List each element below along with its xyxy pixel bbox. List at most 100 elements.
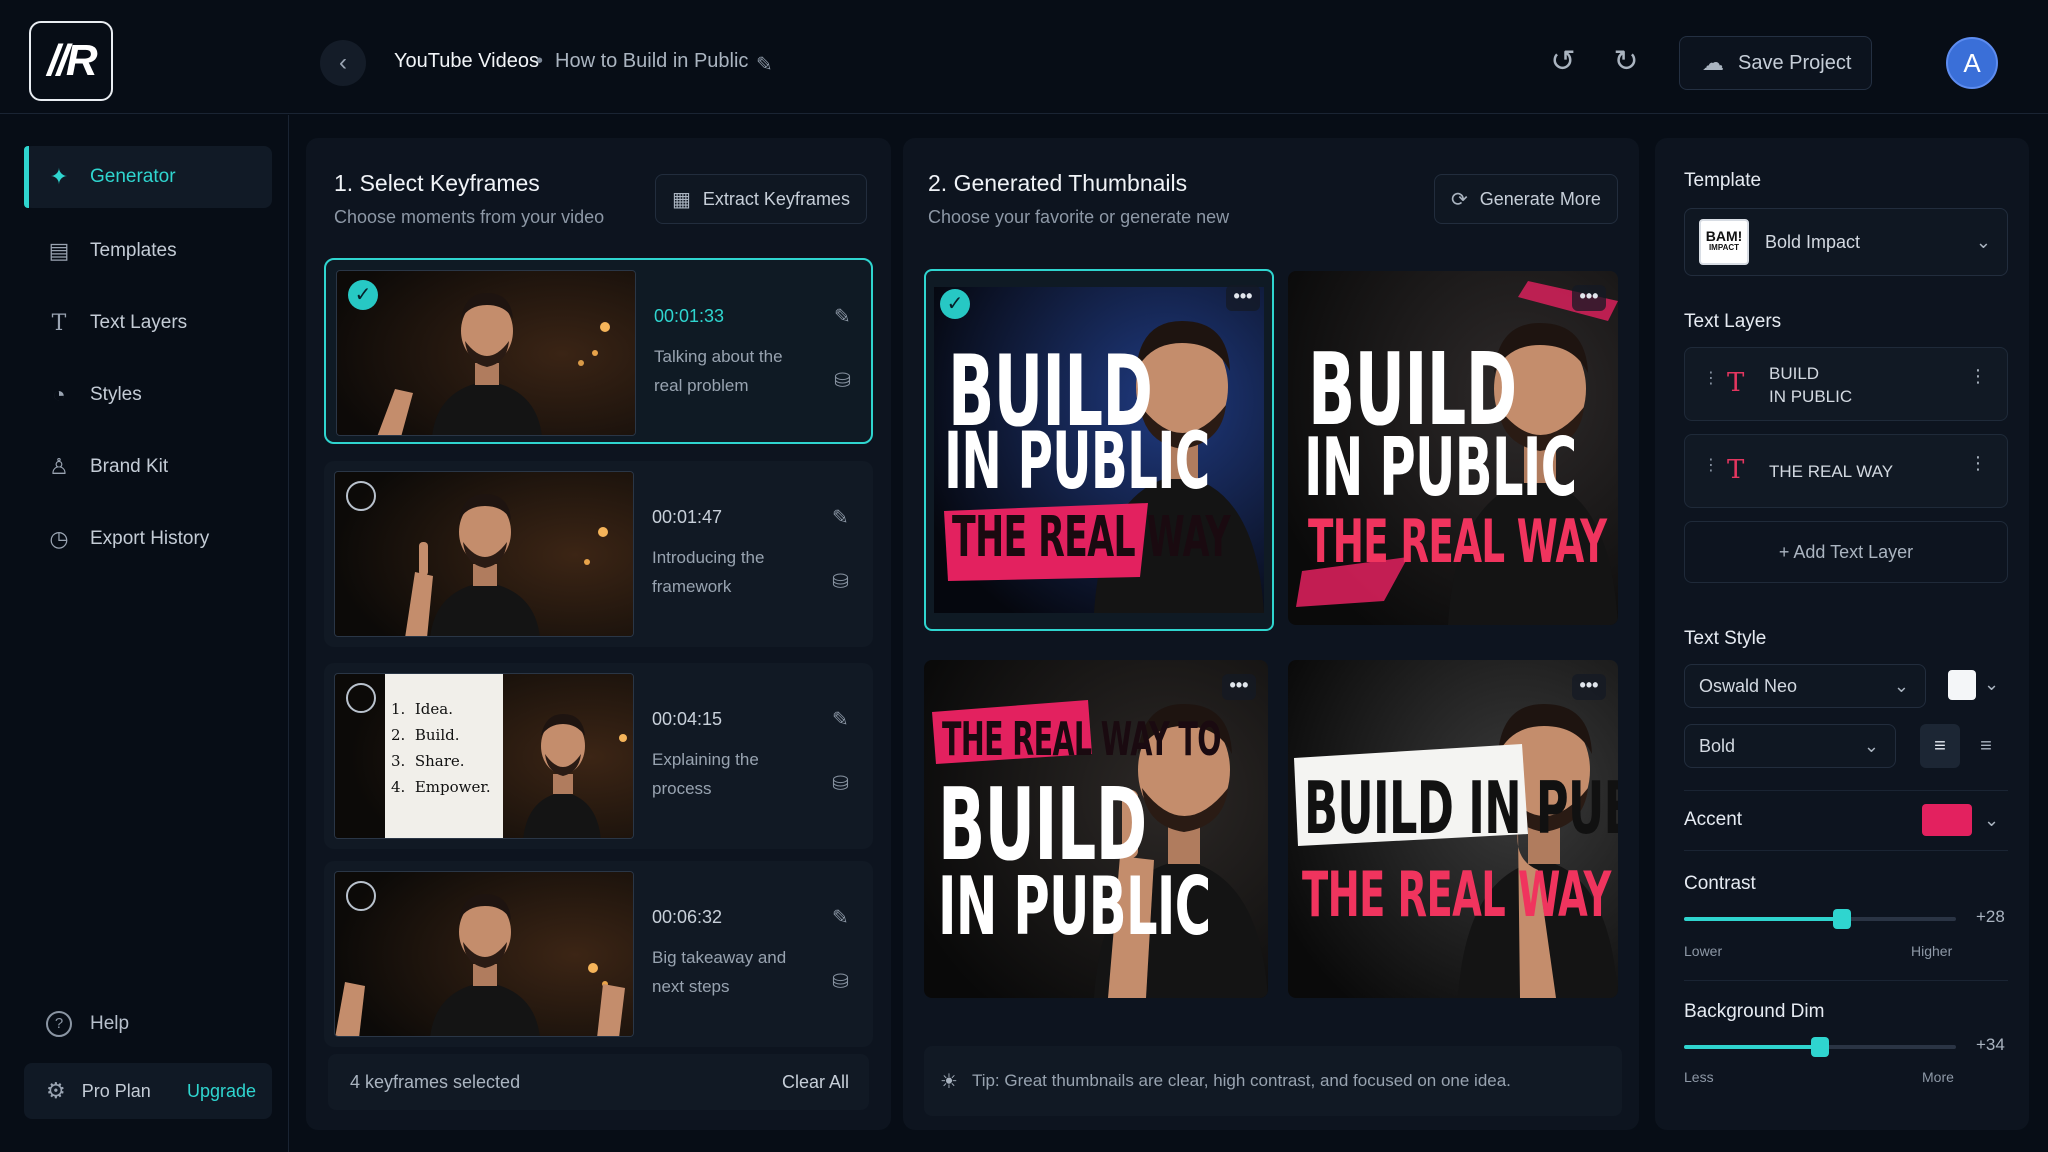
background-dim-label: Background Dim <box>1684 1001 1825 1022</box>
accent-color-swatch[interactable] <box>1922 804 1972 836</box>
chevron-down-icon[interactable]: ⌄ <box>1984 810 1999 831</box>
save-project-button[interactable]: ☁ Save Project <box>1679 36 1872 90</box>
text-color-swatch[interactable] <box>1948 670 1976 700</box>
pencil-icon[interactable]: ✎ <box>832 505 849 530</box>
align-left-icon[interactable]: ≡ <box>1920 724 1960 768</box>
more-vertical-icon[interactable]: ⋮ <box>1969 367 1987 385</box>
more-options-icon[interactable]: ••• <box>1226 285 1260 311</box>
thumbnail-card[interactable]: BUILD IN PUBLIC THE REAL WAY ••• <box>1288 660 1618 998</box>
keyframes-footer: 4 keyframes selected Clear All <box>328 1054 869 1110</box>
layer-line: THE REAL WAY <box>1769 462 1894 481</box>
extract-keyframes-button[interactable]: ▦ Extract Keyframes <box>655 174 867 224</box>
more-options-icon[interactable]: ••• <box>1222 674 1256 700</box>
upgrade-link[interactable]: Upgrade <box>187 1081 256 1102</box>
generate-more-label: Generate More <box>1479 188 1601 209</box>
background-dim-slider[interactable] <box>1684 1037 1956 1057</box>
thumbnail-headline: IN PUBLIC <box>938 860 1211 953</box>
more-options-icon[interactable]: ••• <box>1572 674 1606 700</box>
chevron-down-icon: ⌄ <box>1863 735 1879 756</box>
keyframe-note: 1. Idea. 2. Build. 3. Share. 4. Empower. <box>391 700 491 796</box>
keyframe-time: 00:04:15 <box>652 709 723 729</box>
keyframe-card[interactable]: ✓ 00:01:33 Talking about the real proble… <box>324 258 873 444</box>
add-text-layer-label: + Add Text Layer <box>1778 542 1914 562</box>
tip-text: Tip: Great thumbnails are clear, high co… <box>971 1071 1511 1090</box>
thumbnail-tagline: THE REAL WAY <box>1308 507 1607 577</box>
breadcrumb-page: How to Build in Public <box>555 50 749 72</box>
background-dim-slider-fill <box>1684 1045 1820 1049</box>
thumbnail-card[interactable]: BUILD IN PUBLIC THE REAL WAY ••• <box>1288 271 1618 625</box>
database-icon[interactable]: ⛁ <box>834 368 851 393</box>
layer-line: IN PUBLIC <box>1769 387 1853 406</box>
weight-select[interactable]: Bold ⌄ <box>1684 724 1896 768</box>
more-vertical-icon[interactable]: ⋮ <box>1969 454 1987 472</box>
drag-handle-icon[interactable]: ⋮ <box>1703 458 1719 474</box>
contrast-slider-thumb[interactable] <box>1832 909 1851 929</box>
keyframes-subtitle: Choose moments from your video <box>334 207 605 227</box>
sidebar-item-styles[interactable]: ◔ Styles <box>24 364 272 426</box>
app-logo[interactable]: //R <box>29 21 113 101</box>
pro-plan-card: ⚙ Pro Plan Upgrade <box>24 1063 272 1119</box>
database-icon[interactable]: ⛁ <box>832 569 849 594</box>
avatar[interactable]: A <box>1946 37 1998 89</box>
text-layer-row[interactable]: ⋮ T BUILD IN PUBLIC ⋮ <box>1684 347 2008 421</box>
contrast-slider-fill <box>1684 917 1842 921</box>
template-value: Bold Impact <box>1765 231 1861 252</box>
sidebar-item-export-history[interactable]: ◷ Export History <box>24 508 272 570</box>
help-link[interactable]: ? Help <box>46 1011 129 1037</box>
redo-button[interactable]: ↻ <box>1608 44 1644 80</box>
chevron-down-icon[interactable]: ⌄ <box>1984 674 1999 695</box>
radio-circle-icon[interactable] <box>346 481 376 511</box>
top-bar: //R ‹ YouTube Videos • How to Build in P… <box>0 0 2048 114</box>
sidebar-item-generator[interactable]: ✦ Generator <box>24 146 272 208</box>
thumbnail-tagline: THE REAL WAY <box>952 505 1231 570</box>
keyframe-time: 00:01:47 <box>652 507 723 527</box>
keyframe-card[interactable]: 00:06:32 Big takeaway and next steps ✎ ⛁ <box>324 861 873 1047</box>
refresh-icon: ⟳ <box>1451 188 1468 211</box>
brand-icon: ♙ <box>49 454 69 479</box>
keyframe-description: Talking about the real problem <box>654 347 783 395</box>
lightbulb-icon: ☀ <box>940 1070 958 1093</box>
add-text-layer-button[interactable]: + Add Text Layer <box>1684 521 2008 583</box>
clear-all-button[interactable]: Clear All <box>782 1072 849 1093</box>
check-icon[interactable]: ✓ <box>940 289 970 319</box>
pencil-icon[interactable]: ✎ <box>832 905 849 930</box>
radio-circle-icon[interactable] <box>346 683 376 713</box>
thumbnail-headline: BUILD IN PUBLIC <box>1304 766 1618 850</box>
sidebar-item-text-layers[interactable]: T Text Layers <box>24 292 272 354</box>
template-select[interactable]: BAM! IMPACT Bold Impact ⌄ <box>1684 208 2008 276</box>
film-icon: ▦ <box>672 188 691 211</box>
back-button[interactable]: ‹ <box>320 40 366 86</box>
text-layer-row[interactable]: ⋮ T THE REAL WAY ⋮ <box>1684 434 2008 508</box>
keyframe-card[interactable]: 1. Idea. 2. Build. 3. Share. 4. Empower.… <box>324 663 873 849</box>
sidebar-item-label: Brand Kit <box>90 456 169 477</box>
keyframe-description: Explaining the process <box>652 750 759 798</box>
font-select[interactable]: Oswald Neo ⌄ <box>1684 664 1926 708</box>
more-options-icon[interactable]: ••• <box>1572 285 1606 311</box>
template-label: Template <box>1684 170 1762 191</box>
sidebar-item-brand-kit[interactable]: ♙ Brand Kit <box>24 436 272 498</box>
drag-handle-icon[interactable]: ⋮ <box>1703 371 1719 387</box>
sidebar-item-templates[interactable]: ▤ Templates <box>24 220 272 282</box>
font-value: Oswald Neo <box>1699 675 1798 696</box>
pencil-icon[interactable]: ✎ <box>756 52 773 77</box>
generate-more-button[interactable]: ⟳ Generate More <box>1434 174 1618 224</box>
pencil-icon[interactable]: ✎ <box>832 707 849 732</box>
database-icon[interactable]: ⛁ <box>832 771 849 796</box>
chevron-down-icon: ⌄ <box>1975 231 1991 252</box>
thumbnail-card[interactable]: THE REAL WAY TO BUILD IN PUBLIC ••• <box>924 660 1268 998</box>
keyframe-card[interactable]: 00:01:47 Introducing the framework ✎ ⛁ <box>324 461 873 647</box>
check-icon[interactable]: ✓ <box>348 280 378 310</box>
thumbnails-subtitle: Choose your favorite or generate new <box>928 207 1230 227</box>
radio-circle-icon[interactable] <box>346 881 376 911</box>
align-right-icon[interactable]: ≡ <box>1966 724 2006 768</box>
keyframe-thumbnail: 1. Idea. 2. Build. 3. Share. 4. Empower. <box>334 673 634 839</box>
pencil-icon[interactable]: ✎ <box>834 304 851 329</box>
thumbnail-card[interactable]: BUILD IN PUBLIC THE REAL WAY ••• ✓ <box>924 269 1274 631</box>
undo-button[interactable]: ↺ <box>1545 44 1581 80</box>
template-icon: ▤ <box>48 238 70 263</box>
database-icon[interactable]: ⛁ <box>832 969 849 994</box>
breadcrumb-root[interactable]: YouTube Videos <box>394 50 539 73</box>
background-dim-slider-thumb[interactable] <box>1811 1037 1829 1057</box>
keyframe-time: 00:06:32 <box>652 907 723 927</box>
contrast-slider[interactable] <box>1684 909 1956 929</box>
